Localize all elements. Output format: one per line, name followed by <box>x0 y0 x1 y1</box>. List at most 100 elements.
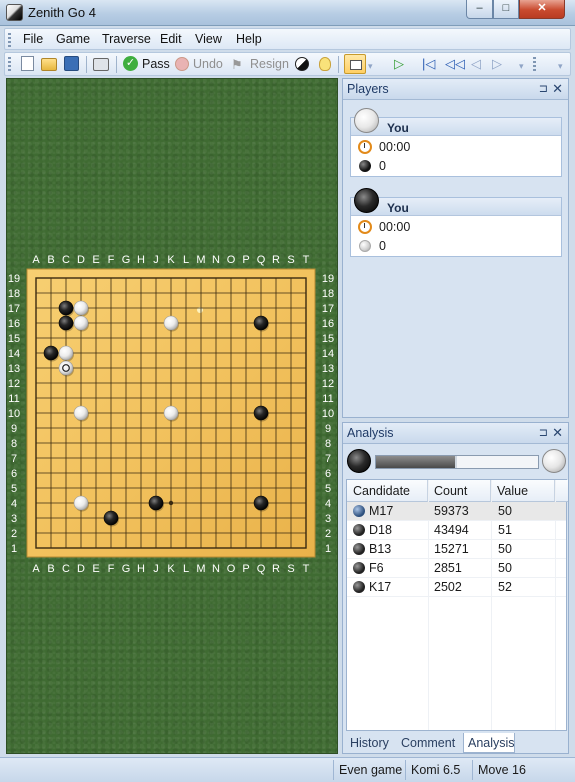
row-label: 16 <box>8 318 20 330</box>
print-icon[interactable] <box>93 58 109 71</box>
tab-history[interactable]: History <box>347 733 395 753</box>
column-header-value[interactable]: Value <box>491 480 555 502</box>
undo-button[interactable]: Undo <box>193 57 223 71</box>
table-row[interactable]: K17 2502 52 <box>347 578 566 597</box>
black-stone <box>58 315 74 331</box>
row-label: 19 <box>322 273 334 285</box>
row-label: 1 <box>325 543 331 555</box>
undo-icon[interactable] <box>175 57 189 71</box>
app-logo-icon <box>6 4 23 21</box>
column-label: O <box>227 254 236 266</box>
column-label: S <box>287 254 294 266</box>
row-label: 15 <box>322 333 334 345</box>
column-label: K <box>167 563 175 575</box>
close-icon[interactable]: ✕ <box>552 81 563 97</box>
tab-analysis[interactable]: Analysis <box>463 733 515 753</box>
pin-icon[interactable]: ⊐ <box>539 426 548 439</box>
next-icon[interactable]: ▷ <box>492 56 502 73</box>
candidate-value: 50 <box>498 504 512 518</box>
new-doc-icon[interactable] <box>21 56 34 71</box>
row-label: 2 <box>11 528 17 540</box>
row-label: 4 <box>11 498 17 510</box>
pass-check-icon[interactable]: ✓ <box>123 56 138 71</box>
half-stone-icon[interactable] <box>295 57 309 71</box>
menu-help[interactable]: Help <box>236 32 262 46</box>
candidate-stone-icon <box>353 505 365 517</box>
hint-bulb-icon[interactable] <box>319 57 331 71</box>
row-label: 3 <box>11 513 17 525</box>
menu-game[interactable]: Game <box>56 32 90 46</box>
toolbar-grip-icon[interactable] <box>533 57 536 71</box>
table-row[interactable]: D18 43494 51 <box>347 521 566 540</box>
back-fast-icon[interactable]: ◁◁ <box>445 56 465 73</box>
menu-view[interactable]: View <box>195 32 222 46</box>
table-row[interactable]: B13 15271 50 <box>347 540 566 559</box>
play-icon[interactable]: ▷ <box>394 56 404 73</box>
player-time: 00:00 <box>379 220 411 234</box>
toolbar-overflow-icon[interactable]: ▾ <box>368 61 373 78</box>
column-label: H <box>137 254 145 266</box>
pin-icon[interactable]: ⊐ <box>539 82 548 95</box>
white-stone-icon <box>354 108 379 133</box>
candidate-count: 2502 <box>434 580 462 594</box>
go-board[interactable]: AABBCCDDEEFFGGHHJJKKLLMMNNOOPPQQRRSSTT19… <box>7 79 337 753</box>
candidate-count: 2851 <box>434 561 462 575</box>
pass-button[interactable]: Pass <box>142 57 170 71</box>
black-stone <box>253 315 269 331</box>
candidate-move: K17 <box>369 580 392 594</box>
toolbar-overflow-icon[interactable]: ▾ <box>519 61 524 78</box>
candidate-stone-icon <box>353 543 365 555</box>
row-label: 8 <box>325 438 331 450</box>
column-header-candidate[interactable]: Candidate <box>347 480 428 502</box>
close-window-button[interactable]: ✕ <box>519 0 565 19</box>
column-label: P <box>242 254 249 266</box>
save-icon[interactable] <box>64 56 79 71</box>
analysis-panel: Analysis ⊐ ✕ Candidate Count Value M17 5… <box>342 422 569 754</box>
menu-file[interactable]: File <box>23 32 43 46</box>
candidate-value: 50 <box>498 561 512 575</box>
resign-button[interactable]: Resign <box>250 57 289 71</box>
status-komi: Komi 6.5 <box>405 760 472 780</box>
menu-edit[interactable]: Edit <box>160 32 182 46</box>
white-stone <box>73 405 89 421</box>
maximize-button[interactable]: □ <box>493 0 519 19</box>
tab-comment[interactable]: Comment <box>398 733 460 753</box>
table-row[interactable]: M17 59373 50 <box>347 502 566 521</box>
column-label: E <box>92 254 99 266</box>
black-stone <box>43 345 59 361</box>
row-label: 14 <box>8 348 20 360</box>
open-folder-icon[interactable] <box>41 58 57 71</box>
row-label: 15 <box>8 333 20 345</box>
toolbar-grip-icon[interactable] <box>8 57 11 71</box>
column-label: J <box>153 254 159 266</box>
toolbar-overflow-icon[interactable]: ▾ <box>558 61 563 78</box>
column-label: L <box>183 563 189 575</box>
players-panel-header: Players ⊐ ✕ <box>343 79 568 100</box>
column-header-count[interactable]: Count <box>428 480 491 502</box>
active-mode-icon[interactable] <box>344 54 366 74</box>
prev-icon[interactable]: ◁ <box>471 56 481 73</box>
menu-grip-icon[interactable] <box>8 33 11 47</box>
white-stone <box>163 315 179 331</box>
row-label: 17 <box>322 303 334 315</box>
column-label: T <box>303 563 310 575</box>
menu-traverse[interactable]: Traverse <box>102 32 151 46</box>
window-title: Zenith Go 4 <box>28 5 96 20</box>
analysis-panel-header: Analysis ⊐ ✕ <box>343 423 568 444</box>
white-stone <box>58 360 74 376</box>
candidate-value: 52 <box>498 580 512 594</box>
players-panel: Players ⊐ ✕ You 00:00 0 You 00:00 0 <box>342 78 569 418</box>
resign-flag-icon[interactable]: ⚑ <box>231 57 247 72</box>
column-label: M <box>196 563 205 575</box>
column-label: P <box>242 563 249 575</box>
white-stone <box>73 495 89 511</box>
minimize-button[interactable]: – <box>466 0 493 19</box>
table-row[interactable]: F6 2851 50 <box>347 559 566 578</box>
column-label: F <box>108 254 115 266</box>
candidate-table: Candidate Count Value M17 59373 50 D18 4… <box>346 479 568 731</box>
first-move-icon[interactable]: |◁ <box>422 56 435 73</box>
candidate-count: 15271 <box>434 542 469 556</box>
row-label: 7 <box>325 453 331 465</box>
menu-bar: File Game Traverse Edit View Help <box>4 28 571 50</box>
close-icon[interactable]: ✕ <box>552 425 563 441</box>
